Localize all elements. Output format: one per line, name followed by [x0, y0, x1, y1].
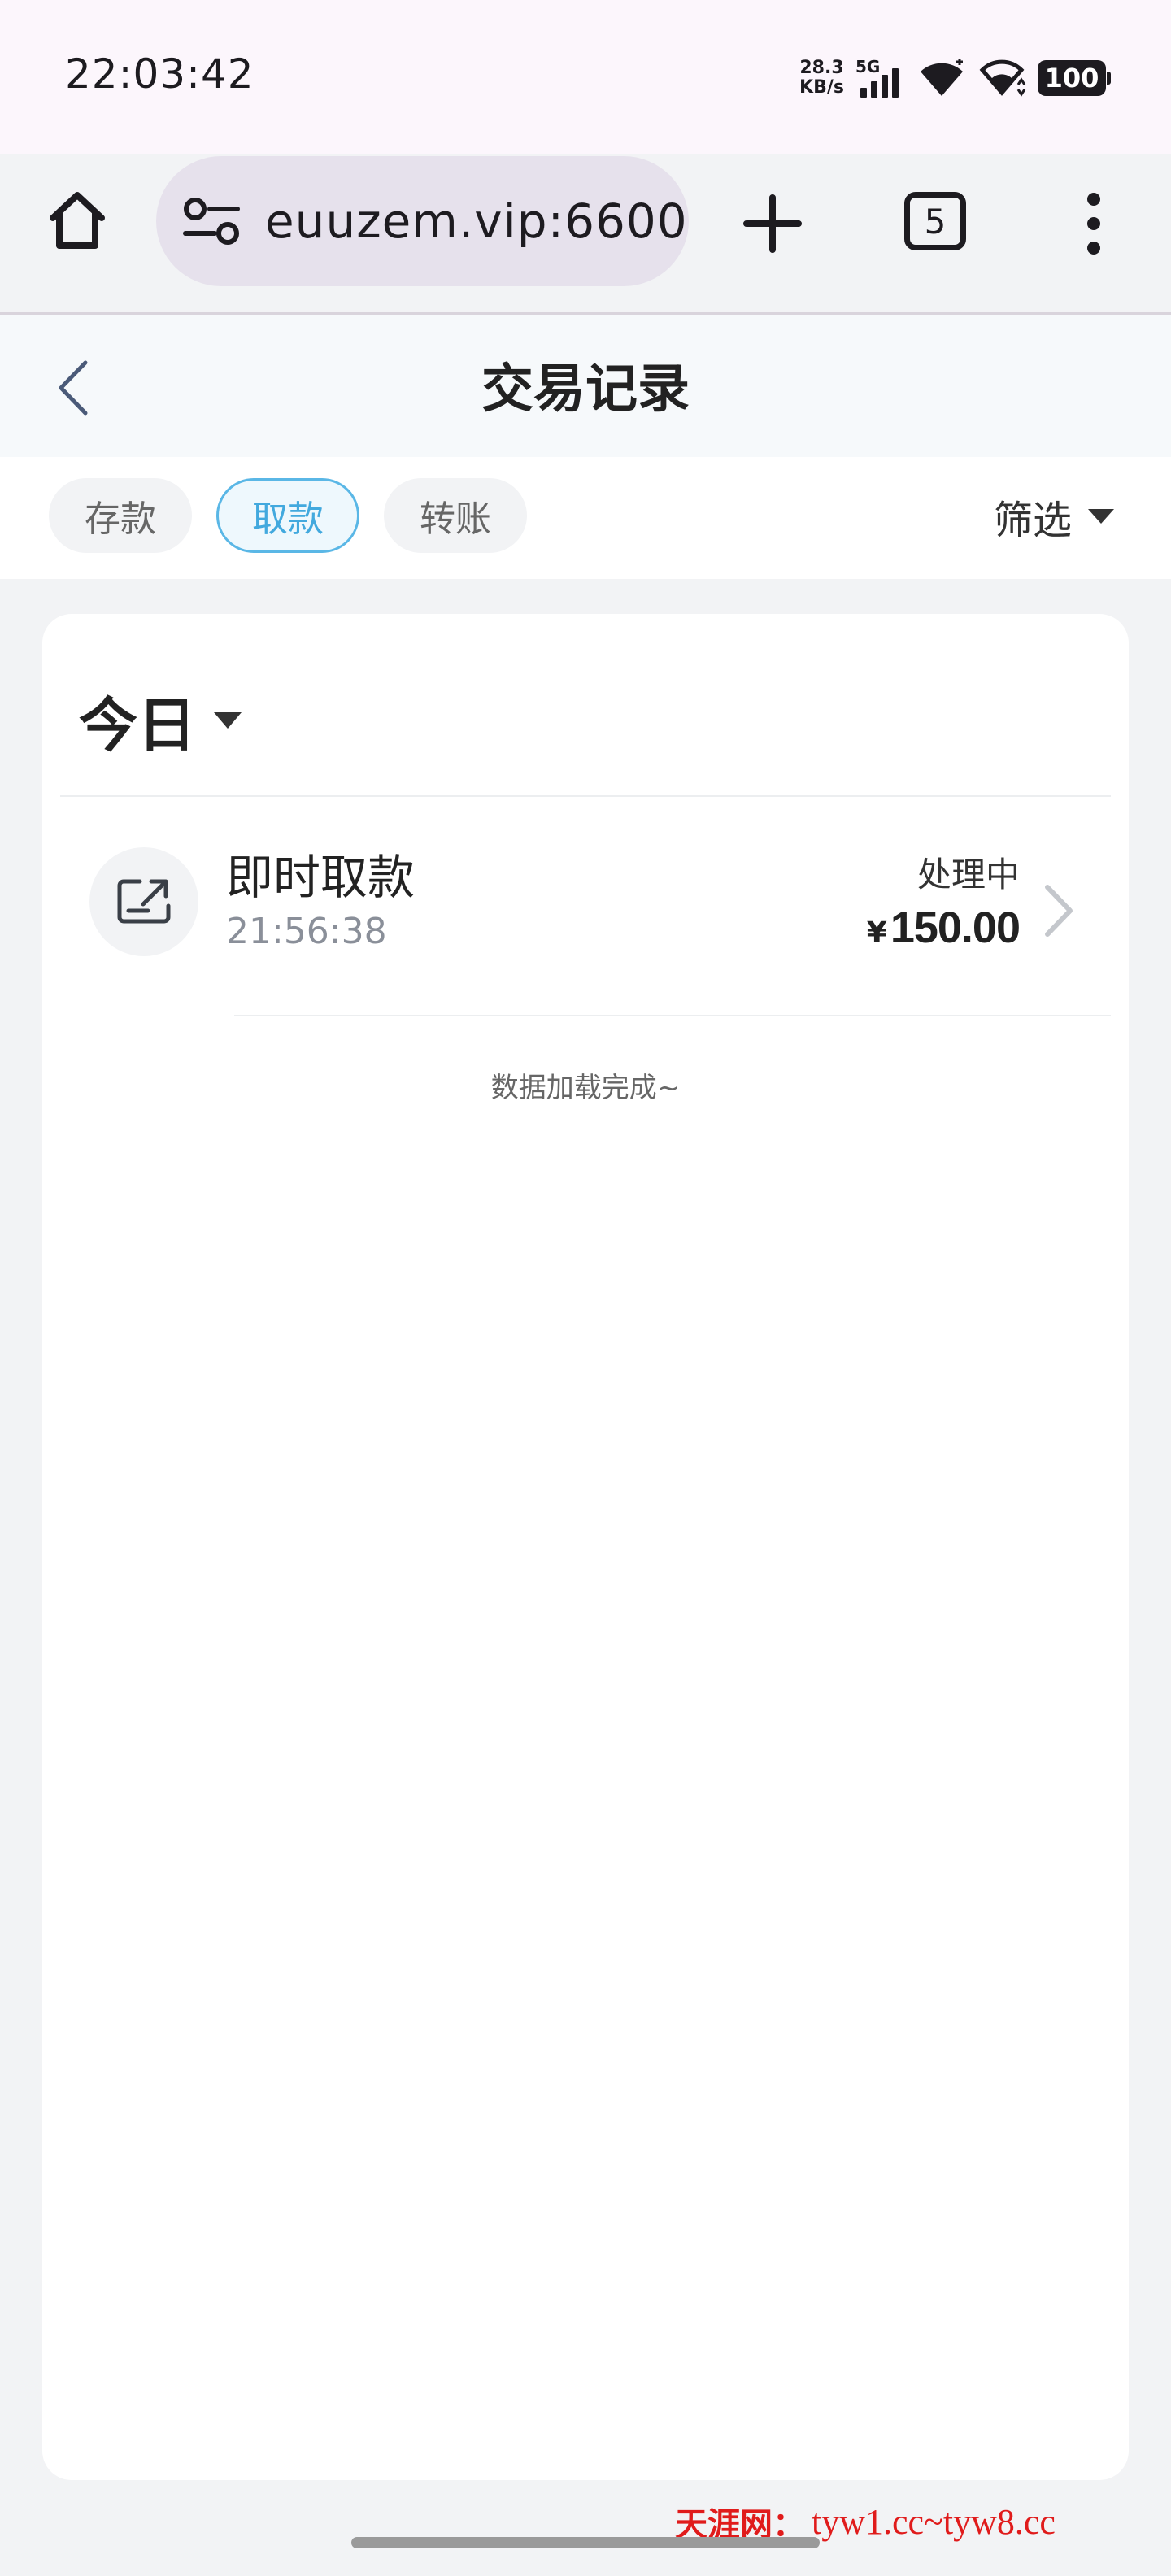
date-range-selector[interactable]: 今日 [79, 677, 242, 763]
home-icon [50, 192, 105, 249]
wifi-calling-icon [979, 59, 1026, 97]
home-button[interactable] [41, 183, 114, 256]
tab-transfer[interactable]: 转账 [384, 478, 527, 553]
plus-icon [743, 194, 802, 253]
tab-switcher-button[interactable]: 5 [904, 192, 966, 250]
new-tab-button[interactable] [732, 183, 813, 264]
chevron-right-icon [1034, 878, 1083, 943]
filter-label: 筛选 [993, 498, 1072, 543]
status-time: 22:03:42 [65, 50, 255, 98]
status-badge: 处理中 [916, 855, 1020, 894]
wifi-icon [921, 59, 963, 96]
date-range-label: 今日 [79, 691, 197, 759]
address-bar[interactable]: euuzem.vip:6600 [156, 156, 689, 286]
record-time: 21:56:38 [226, 911, 387, 952]
status-bar: 22:03:42 28.3 KB/s 5G 100 [0, 0, 1171, 154]
battery-level: 100 [1044, 63, 1099, 94]
network-speed: 28.3 KB/s [799, 59, 844, 98]
records-card: 今日 即时取款 21:56:38 处理中 ¥ 150.00 数据加载完成~ [42, 614, 1129, 2480]
amount-value: 150.00 [890, 903, 1021, 952]
network-speed-unit: KB/s [799, 77, 844, 98]
record-title: 即时取款 [226, 850, 416, 905]
watermark-urls: tyw1.cc~tyw8.cc [812, 2501, 1056, 2542]
network-speed-value: 28.3 [799, 58, 844, 78]
page-title: 交易记录 [481, 359, 690, 420]
tab-withdraw[interactable]: 取款 [216, 478, 359, 553]
tab-deposit[interactable]: 存款 [49, 478, 192, 553]
list-item[interactable]: 即时取款 21:56:38 处理中 ¥ 150.00 [42, 797, 1129, 1016]
url-text: euuzem.vip:6600 [265, 194, 688, 249]
battery-icon: 100 [1038, 60, 1111, 96]
divider [234, 1015, 1111, 1016]
tab-count: 5 [924, 201, 947, 242]
tab-bar: 存款 取款 转账 筛选 [0, 457, 1171, 579]
withdraw-icon [89, 847, 198, 956]
filter-button[interactable]: 筛选 [994, 481, 1114, 551]
caret-down-icon [214, 711, 242, 729]
end-of-list-text: 数据加载完成~ [490, 1072, 681, 1104]
more-vert-icon[interactable] [1065, 183, 1122, 264]
gesture-nav-handle[interactable] [351, 2537, 820, 2548]
page-header: 交易记录 [0, 315, 1171, 457]
caret-down-icon [1088, 509, 1114, 524]
cellular-signal-icon: 5G [855, 57, 906, 99]
status-indicators: 28.3 KB/s 5G 100 [799, 55, 1111, 101]
record-amount: ¥ 150.00 [866, 903, 1021, 953]
currency-symbol: ¥ [866, 916, 887, 950]
site-settings-icon[interactable] [181, 193, 242, 250]
